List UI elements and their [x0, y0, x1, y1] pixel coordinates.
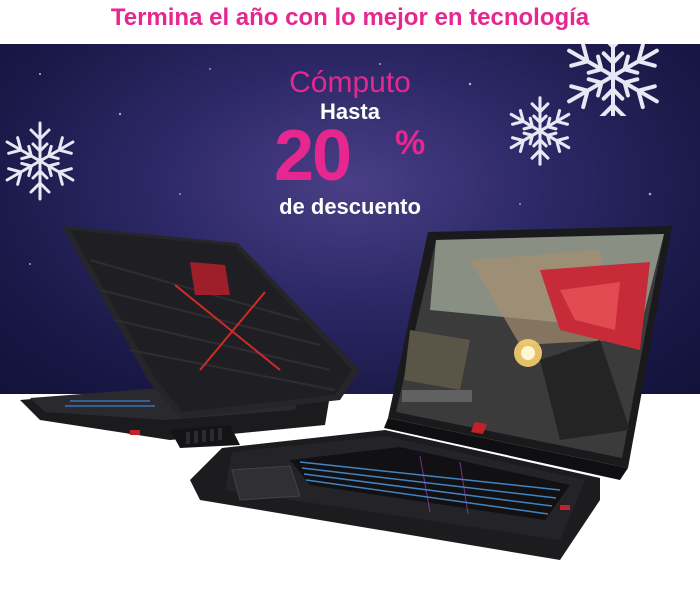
laptop-back-image: [20, 226, 360, 448]
laptops-illustration[interactable]: [0, 0, 700, 590]
